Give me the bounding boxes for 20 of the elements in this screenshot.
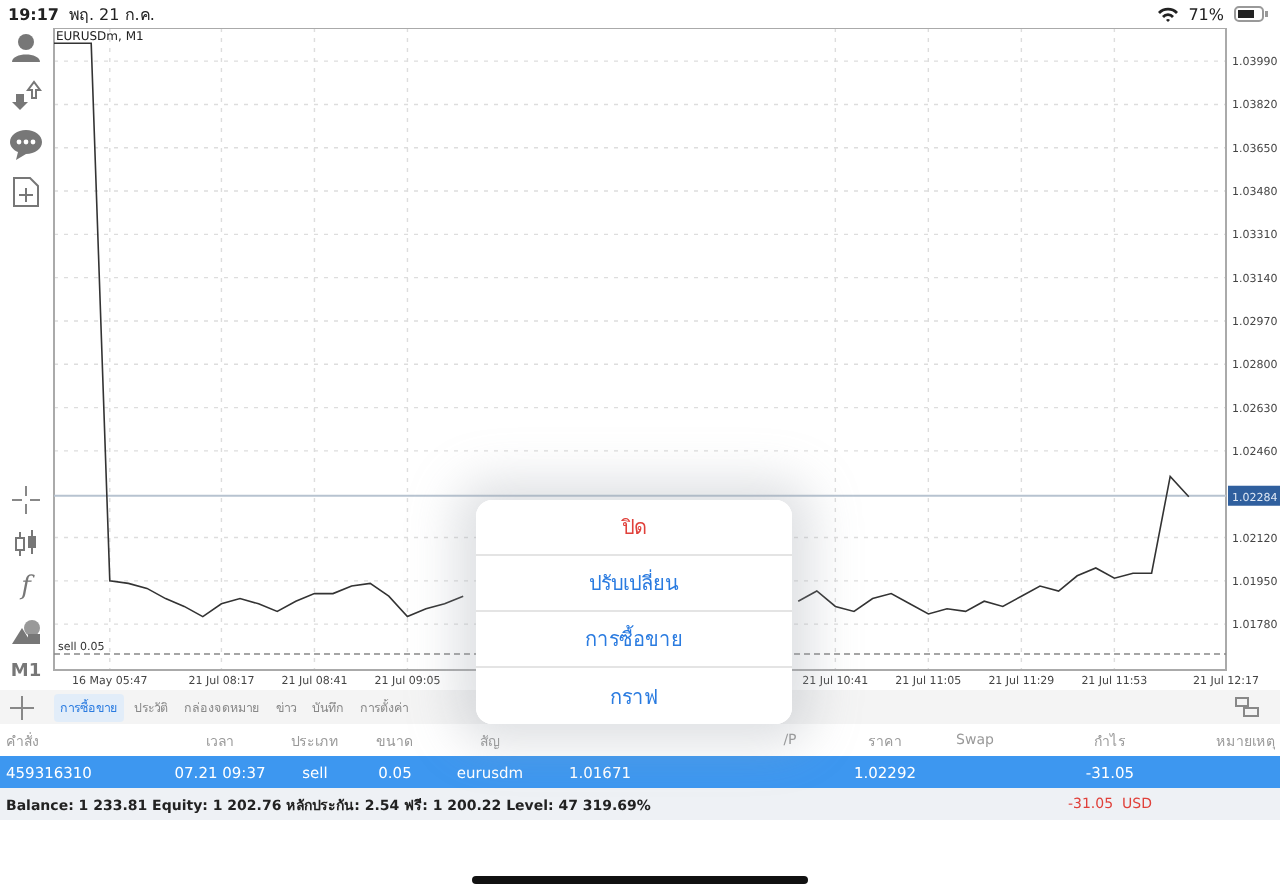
menu-item[interactable]: การซื้อขาย <box>476 612 792 668</box>
candlestick-icon[interactable] <box>12 530 40 558</box>
trade-arrows-icon[interactable] <box>10 80 42 112</box>
add-icon[interactable] <box>10 695 34 719</box>
timeframe-button[interactable]: M1 <box>10 662 42 682</box>
shapes-icon[interactable] <box>10 618 42 646</box>
wifi-icon <box>1158 6 1179 22</box>
menu-item[interactable]: ปรับเปลี่ยน <box>476 556 792 612</box>
status-date: พฤ. 21 ก.ค. <box>68 3 155 27</box>
crosshair-icon[interactable] <box>12 486 40 514</box>
menu-item[interactable]: ปิด <box>476 500 792 556</box>
chat-icon[interactable] <box>10 128 42 160</box>
layout-icon[interactable] <box>1234 696 1260 718</box>
account-icon[interactable] <box>10 32 42 64</box>
menu-item[interactable]: กราฟ <box>476 668 792 724</box>
function-icon[interactable]: f <box>21 574 31 602</box>
battery-icon <box>1234 6 1268 22</box>
battery-level: 71% <box>1188 5 1224 23</box>
status-time: 19:17 <box>8 5 59 23</box>
new-document-icon[interactable] <box>12 176 40 208</box>
